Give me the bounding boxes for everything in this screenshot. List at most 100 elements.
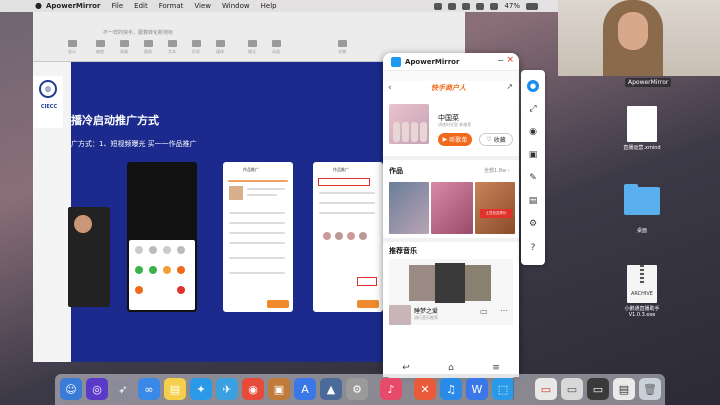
keynote-icon[interactable]: ▲ <box>320 378 342 400</box>
mirror-title: ApowerMirror <box>405 57 460 66</box>
back-icon[interactable]: ↩ <box>402 363 410 373</box>
toolbar-button[interactable]: 格式 <box>243 40 261 56</box>
song-thumbnail[interactable] <box>389 305 411 325</box>
volume-icon[interactable] <box>490 2 499 10</box>
window-thumbnail[interactable]: ▭ <box>587 378 609 400</box>
desktop-file-xmind[interactable]: 直播运营.xmind <box>612 106 672 151</box>
music-icon[interactable]: ♪ <box>380 378 402 400</box>
toolbar-button[interactable]: 文本 <box>163 40 181 56</box>
menu-format[interactable]: Format <box>159 2 184 10</box>
music-title: 推荐音乐 <box>389 247 417 255</box>
favorite-button[interactable]: ♡ 收藏 <box>479 133 513 146</box>
record-icon[interactable]: ▣ <box>527 149 539 161</box>
notes-icon[interactable]: ▤ <box>164 378 186 400</box>
apowermirror-logo-icon <box>391 56 401 67</box>
works-more-link[interactable]: 全部1.8w › <box>484 167 510 174</box>
toolbar-button[interactable]: 形状 <box>187 40 205 56</box>
document-title: 不一样的快手，跟着转化新地标 <box>103 30 174 36</box>
toolbar-button[interactable]: 表格 <box>115 40 133 56</box>
apple-icon[interactable]: ● <box>35 1 42 10</box>
work-thumbnail[interactable] <box>389 182 429 234</box>
xmind-icon[interactable]: ✕ <box>414 378 436 400</box>
section-divider <box>383 156 519 160</box>
wps-icon[interactable]: W <box>466 378 488 400</box>
slide-navigator[interactable]: ◍ CIECC <box>33 62 71 362</box>
back-arrow-icon[interactable]: ‹ <box>388 83 392 93</box>
works-title: 作品 <box>389 167 403 175</box>
home-icon[interactable]: ⌂ <box>448 363 454 373</box>
apowermirror-dock-icon[interactable]: ⬚ <box>492 378 514 400</box>
listen-button[interactable]: ▶ 听歌单 <box>438 133 472 146</box>
menu-file[interactable]: File <box>111 2 123 10</box>
section-divider <box>383 238 519 242</box>
share-icon[interactable]: ↗ <box>506 82 513 91</box>
brand-logo: 快手商户人 <box>431 84 466 92</box>
webcam-label: ApowerMirror <box>625 78 672 87</box>
close-button[interactable]: × <box>506 55 514 65</box>
phone-status-bar <box>383 71 519 81</box>
toolbar-button[interactable]: 媒体 <box>211 40 229 56</box>
status-app-icon[interactable] <box>462 2 471 10</box>
album-cover[interactable] <box>389 104 429 144</box>
photos-icon[interactable]: ▣ <box>268 378 290 400</box>
launchpad-icon[interactable]: ➶ <box>112 378 134 400</box>
globe-icon: ◍ <box>39 80 57 98</box>
menu-view[interactable]: View <box>194 2 211 10</box>
slide-phone-image <box>127 162 197 312</box>
toolbar-button[interactable]: 缩放 <box>91 40 109 56</box>
qq-music-icon[interactable]: ♫ <box>440 378 462 400</box>
toolbar-button[interactable]: 动画 <box>267 40 285 56</box>
heart-icon: ♡ <box>486 136 492 143</box>
mail-icon[interactable]: ✈ <box>216 378 238 400</box>
siri-icon[interactable]: ◎ <box>86 378 108 400</box>
slide-phone-image <box>68 207 110 307</box>
desktop-folder[interactable]: 桌面 <box>612 184 672 234</box>
work-thumbnail[interactable] <box>431 182 473 234</box>
menu-edit[interactable]: Edit <box>134 2 148 10</box>
user-icon[interactable]: ● <box>527 80 539 92</box>
ciecc-logo: ◍ CIECC <box>33 76 63 128</box>
system-preferences-icon[interactable]: ⚙ <box>346 378 368 400</box>
chrome-icon[interactable]: ◉ <box>242 378 264 400</box>
toolbar-button[interactable]: 显示 <box>63 40 81 56</box>
document-icon <box>627 106 657 142</box>
status-app-icon[interactable] <box>434 2 443 10</box>
slide-phone-image: 作品推广 <box>223 162 293 312</box>
window-thumbnail[interactable]: ▤ <box>613 378 635 400</box>
status-app-icon[interactable] <box>448 2 457 10</box>
menu-help[interactable]: Help <box>261 2 277 10</box>
folder-icon <box>624 184 660 215</box>
webcam-overlay: ApowerMirror <box>558 0 720 87</box>
expand-icon[interactable]: ⤢ <box>527 103 539 115</box>
minimize-button[interactable]: − <box>497 56 504 65</box>
safari-icon[interactable]: ✦ <box>190 378 212 400</box>
mirror-titlebar[interactable]: ApowerMirror − × <box>383 53 519 71</box>
window-thumbnail[interactable]: ▭ <box>535 378 557 400</box>
work-thumbnail[interactable] <box>475 182 515 234</box>
phone-nav-bar: ‹ 快手商户人 ↗ <box>383 81 519 95</box>
window-thumbnail[interactable]: ▭ <box>561 378 583 400</box>
trash-icon[interactable]: 🗑 <box>639 378 661 400</box>
dock-separator <box>513 378 514 400</box>
toolbar-button[interactable]: 图表 <box>139 40 157 56</box>
menu-app-name[interactable]: ApowerMirror <box>46 2 100 10</box>
play-queue-icon[interactable]: ▭ <box>480 307 488 316</box>
help-icon[interactable]: ? <box>527 242 539 254</box>
desktop-archive[interactable]: ARCHIVE 小鹅通直播助手 V1.0.3.exe <box>612 265 672 318</box>
battery-icon[interactable] <box>526 2 538 10</box>
slide-subtitle: 广方式：1、短视频曝光 买一一作品推广 <box>71 140 197 148</box>
toolbox-icon[interactable]: ▤ <box>527 195 539 207</box>
wifi-icon[interactable] <box>476 2 485 10</box>
finder-icon[interactable]: ☺ <box>60 378 82 400</box>
pen-icon[interactable]: ✎ <box>527 172 539 184</box>
toolbar-button[interactable]: 文稿 <box>333 40 351 56</box>
slide-title: 播冷启动推广方式 <box>71 114 159 127</box>
recents-icon[interactable]: ≡ <box>492 363 500 373</box>
app-store-icon[interactable]: A <box>294 378 316 400</box>
gear-icon[interactable]: ⚙ <box>527 218 539 230</box>
song-artist: 流行音乐推荐 <box>414 315 438 320</box>
screenshot-icon[interactable]: ◉ <box>527 126 539 138</box>
more-icon[interactable]: ⋯ <box>500 306 508 315</box>
cloud-app-icon[interactable]: ∞ <box>138 378 160 400</box>
menu-window[interactable]: Window <box>222 2 250 10</box>
